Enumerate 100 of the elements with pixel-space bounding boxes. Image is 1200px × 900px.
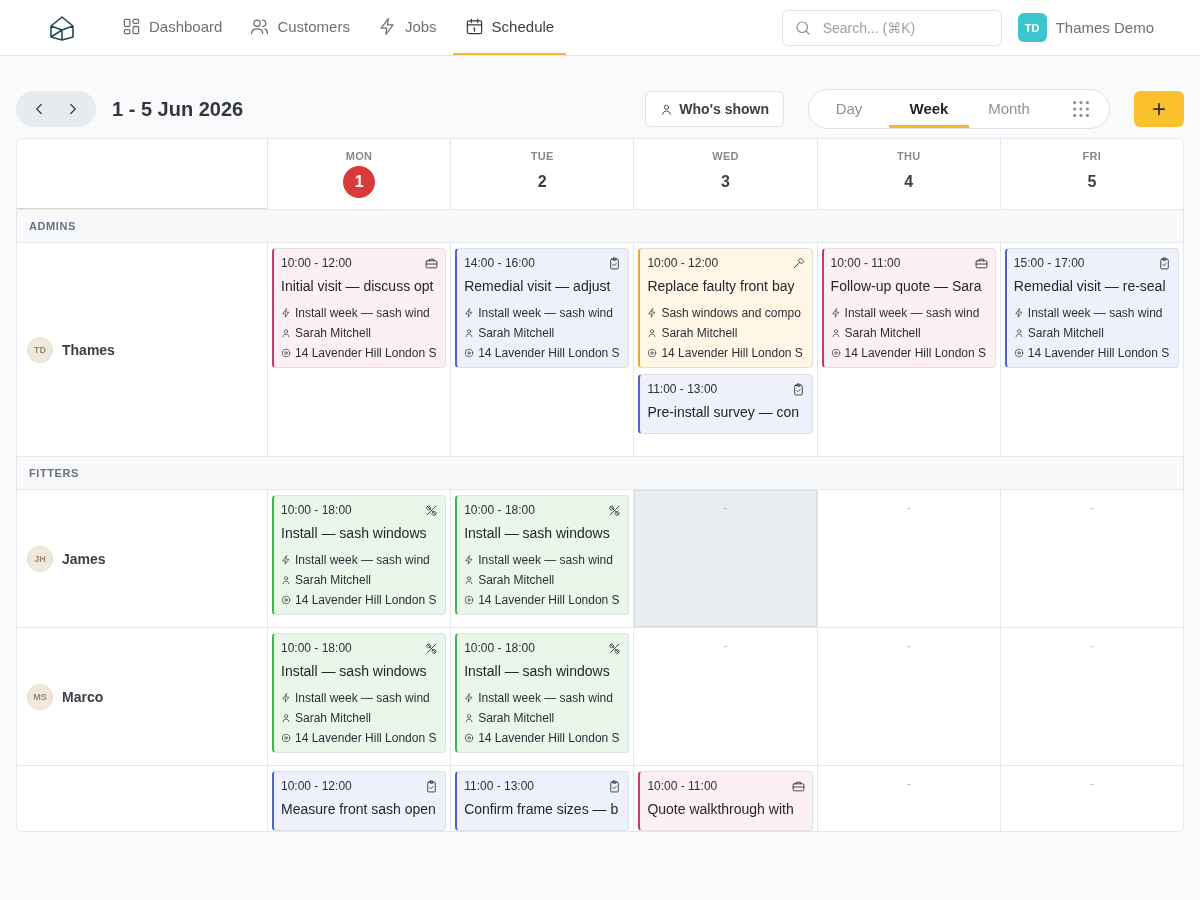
event-card[interactable]: 11:00 - 13:00 Pre-install survey — con: [638, 374, 813, 434]
search-field[interactable]: Search... (⌘K): [781, 9, 1002, 46]
customer-name: Sarah Mitchell: [478, 573, 555, 587]
event-time: 10:00 - 18:00: [464, 641, 535, 655]
address-text: 14 Lavender Hill London S: [478, 593, 620, 607]
search-icon: [793, 18, 812, 37]
customer-name: Sarah Mitchell: [295, 711, 372, 725]
date-range: 1 - 5 Jun 2026: [112, 97, 244, 121]
customer-name: Sarah Mitchell: [295, 573, 372, 587]
empty-marker: -: [906, 501, 911, 515]
customer-name: Sarah Mitchell: [478, 711, 555, 725]
event-time: 11:00 - 13:00: [464, 779, 535, 793]
tools-icon: [608, 503, 622, 517]
person-icon: [660, 102, 674, 116]
event-card[interactable]: 14:00 - 16:00 Remedial visit — adjust Install week — sash wind Sarah Mitchell 14 Lavender Hill London S: [455, 248, 630, 368]
event-card[interactable]: 10:00 - 18:00 Install — sash windows Install week — sash wind Sarah Mitchell 14 Lavender Hill London S: [272, 633, 447, 753]
event-time: 10:00 - 12:00: [281, 779, 352, 793]
event-card[interactable]: 10:00 - 12:00 Replace faulty front bay Sash windows and compo Sarah Mitchell 14 Lavender Hill London S: [638, 248, 813, 368]
lightning-icon: [464, 555, 475, 565]
briefcase-icon: [425, 256, 439, 270]
event-time: 10:00 - 11:00: [830, 256, 901, 270]
person-name: Marco: [62, 688, 104, 705]
calendar-icon: [464, 17, 484, 36]
users-icon: [250, 17, 270, 36]
person-name: Thames: [62, 341, 115, 358]
person-icon: [647, 328, 658, 338]
event-title: Install — sash windows: [464, 663, 611, 679]
job-name: Install week — sash wind: [1027, 306, 1163, 320]
event-title: Measure front sash open: [281, 801, 437, 817]
location-pin-icon: [464, 348, 475, 358]
person-avatar: JH: [27, 545, 53, 572]
day-number: 2: [536, 172, 548, 192]
nav-tab[interactable]: Schedule: [452, 0, 567, 55]
event-card[interactable]: 10:00 - 11:00 Quote walkthrough with: [638, 771, 813, 831]
event-card[interactable]: 15:00 - 17:00 Remedial visit — re-seal Install week — sash wind Sarah Mitchell 14 Lavender Hill London S: [1004, 248, 1179, 368]
job-name: Install week — sash wind: [478, 306, 613, 320]
add-button[interactable]: +: [1134, 91, 1184, 127]
event-card[interactable]: 10:00 - 12:00 Initial visit — discuss opt Install week — sash wind Sarah Mitchell 14 Lavender Hill London S: [272, 248, 447, 368]
weekday-label: MON: [345, 150, 373, 162]
event-time: 10:00 - 18:00: [281, 503, 352, 517]
lightning-icon: [1013, 308, 1024, 318]
location-pin-icon: [1013, 348, 1024, 358]
empty-marker: -: [1089, 777, 1094, 791]
clipboard-check-icon: [608, 779, 622, 793]
job-name: Install week — sash wind: [295, 691, 430, 705]
day-number: 4: [903, 172, 915, 192]
weekday-label: WED: [712, 150, 739, 162]
lightning-icon: [281, 308, 291, 318]
lightning-icon: [830, 308, 841, 318]
lightning-icon: [464, 308, 475, 318]
person-icon: [464, 575, 475, 585]
event-title: Follow-up quote — Sara: [830, 278, 983, 294]
customer-name: Sarah Mitchell: [1027, 326, 1104, 340]
event-title: Install — sash windows: [281, 525, 428, 541]
job-name: Install week — sash wind: [295, 306, 430, 320]
clipboard-check-icon: [608, 256, 622, 270]
address-text: 14 Lavender Hill London S: [478, 731, 620, 745]
address-text: 14 Lavender Hill London S: [1027, 346, 1170, 360]
day-number: 5: [1086, 172, 1098, 192]
empty-marker: -: [906, 777, 911, 791]
location-pin-icon: [647, 348, 658, 358]
event-card[interactable]: 10:00 - 18:00 Install — sash windows Install week — sash wind Sarah Mitchell 14 Lavender Hill London S: [455, 633, 630, 753]
tools-icon: [425, 641, 439, 655]
event-time: 10:00 - 18:00: [281, 641, 352, 655]
lightning-icon: [647, 308, 658, 318]
weekday-label: TUE: [530, 150, 554, 162]
address-text: 14 Lavender Hill London S: [295, 346, 437, 360]
dashboard-icon: [122, 17, 141, 36]
group-label: ADMINS: [29, 220, 76, 232]
lightning-icon: [281, 693, 291, 703]
person-icon: [281, 575, 291, 585]
event-card[interactable]: 10:00 - 18:00 Install — sash windows Install week — sash wind Sarah Mitchell 14 Lavender Hill London S: [455, 495, 630, 615]
event-card[interactable]: 11:00 - 13:00 Confirm frame sizes — b: [455, 771, 630, 831]
job-name: Install week — sash wind: [844, 306, 980, 320]
empty-marker: -: [1089, 639, 1094, 653]
nav-tab[interactable]: Dashboard: [110, 0, 235, 55]
day-number: 3: [720, 172, 731, 192]
account-name[interactable]: Thames Demo: [1055, 19, 1154, 36]
customer-name: Sarah Mitchell: [478, 326, 555, 340]
event-title: Confirm frame sizes — b: [464, 801, 620, 817]
view-tab[interactable]: Week: [889, 90, 969, 128]
empty-marker: -: [1089, 501, 1094, 515]
location-pin-icon: [281, 595, 291, 605]
event-title: Install — sash windows: [464, 525, 611, 541]
address-text: 14 Lavender Hill London S: [295, 593, 437, 607]
location-pin-icon: [281, 348, 291, 358]
nav-tab[interactable]: Jobs: [365, 0, 449, 55]
whos-shown-button[interactable]: Who's shown: [645, 91, 784, 127]
event-card[interactable]: 10:00 - 18:00 Install — sash windows Install week — sash wind Sarah Mitchell 14 Lavender Hill London S: [272, 495, 447, 615]
nav-tab[interactable]: Customers: [238, 0, 362, 55]
event-card[interactable]: 10:00 - 11:00 Follow-up quote — Sara Install week — sash wind Sarah Mitchell 14 Lavender Hill London S: [821, 248, 996, 368]
event-card[interactable]: 10:00 - 12:00 Measure front sash open: [272, 771, 447, 831]
job-name: Install week — sash wind: [295, 553, 430, 567]
location-pin-icon: [464, 595, 475, 605]
event-time: 10:00 - 18:00: [464, 503, 535, 517]
day-number: 1: [343, 166, 376, 198]
clipboard-check-icon: [425, 779, 439, 793]
event-title: Replace faulty front bay: [647, 278, 796, 294]
person-icon: [281, 713, 291, 723]
briefcase-icon: [791, 779, 805, 793]
